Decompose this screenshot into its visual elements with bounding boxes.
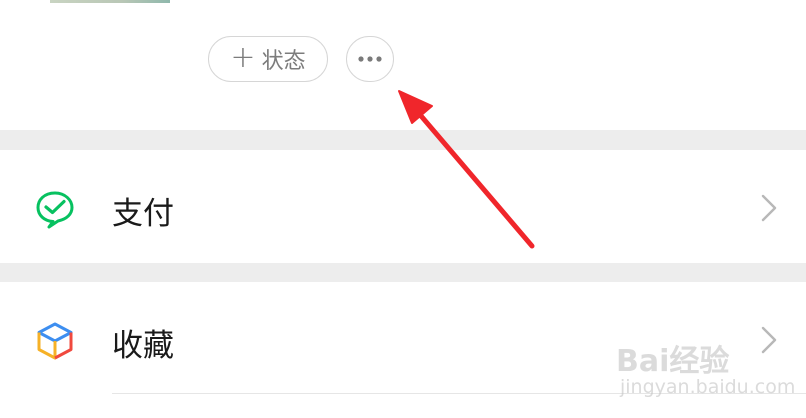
- avatar-edge: [50, 0, 170, 3]
- favorites-cube-icon: [37, 322, 73, 360]
- watermark-site: jingyan.baidu.com: [620, 376, 796, 398]
- chevron-right-icon: [761, 326, 777, 354]
- add-status-button[interactable]: + 状态: [208, 36, 328, 82]
- menu-item-label: 支付: [112, 196, 174, 232]
- plus-icon: +: [230, 39, 256, 75]
- section-separator: [0, 130, 806, 150]
- chevron-right-icon: [761, 194, 777, 222]
- watermark-logo: Bai经验: [616, 344, 730, 379]
- status-label: 状态: [261, 49, 306, 74]
- section-separator: [0, 263, 806, 282]
- menu-item-label: 收藏: [112, 328, 174, 364]
- profile-header: + 状态: [0, 0, 806, 130]
- more-button[interactable]: [346, 36, 394, 82]
- wechat-pay-icon: [36, 191, 74, 229]
- menu-item-pay[interactable]: 支付: [0, 150, 806, 263]
- more-dots-icon: [358, 56, 382, 62]
